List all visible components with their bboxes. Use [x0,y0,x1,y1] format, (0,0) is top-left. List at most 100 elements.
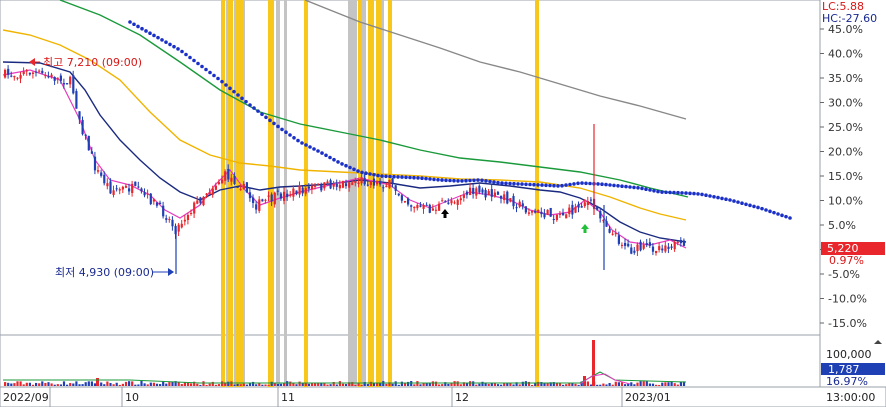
volume-bar [676,384,679,386]
volume-bar [512,384,515,386]
candle-body [357,182,360,184]
parabolic-dot [376,173,380,178]
candle-body [450,200,453,204]
candle-body [329,180,332,189]
price-chart[interactable]: 최고 7,210 (09:00) 최저 4,930 (09:00) LC:5.8… [0,0,886,407]
candle-body [555,214,558,220]
volume-bar [140,381,143,386]
parabolic-dot [320,151,324,155]
candle-body [159,202,162,205]
parabolic-dot [464,178,468,183]
parabolic-dot [744,202,748,207]
volume-bar [555,383,558,386]
volume-bar [137,384,140,386]
candle-body [137,186,140,188]
candle-body [320,184,323,191]
candle-body [121,186,124,190]
parabolic-dot [268,118,272,123]
candle-body [546,209,549,215]
candle-body [633,250,636,253]
candle-body [391,178,394,184]
event-band-yellow [535,0,539,387]
volume-bar [292,383,295,386]
candle-body [667,246,670,249]
candle-body [205,193,208,195]
parabolic-dot [552,183,556,188]
volume-bar [289,381,292,386]
parabolic-dot [136,24,140,29]
price-tick-label: -10.0% [828,293,867,306]
candle-body [87,135,90,151]
parabolic-dot [272,121,276,126]
parabolic-dot [496,180,500,185]
parabolic-dot [400,175,404,179]
volume-bar [38,383,41,386]
parabolic-dot [180,49,184,54]
candle-body [484,189,487,198]
parabolic-dot [756,205,760,210]
volume-bar [459,384,462,386]
volume-bar [602,383,605,386]
candle-body [679,239,682,244]
candle-body [413,206,416,209]
volume-bar [155,383,159,386]
parabolic-dot [288,133,292,137]
volume-bar [146,384,149,386]
parabolic-dot [788,216,792,220]
candle-body [103,174,106,184]
price-tick-label: 25.0% [828,121,863,134]
event-band-yellow [368,0,374,387]
parabolic-dot [708,194,712,198]
candle-body [335,183,338,187]
candle-body [258,199,261,211]
volume-bar [568,383,571,386]
volume-bar [100,382,103,386]
parabolic-dot [240,96,244,101]
candle-body [66,83,69,85]
time-label-10: 10 [125,391,139,404]
volume-bar [655,384,658,386]
event-band-yellow [236,0,243,387]
volume-bar [56,384,59,386]
volume-bar [239,384,242,386]
event-band-yellow [221,0,225,387]
candle-body [568,207,571,215]
candle-body [348,182,351,188]
parabolic-dot [736,200,740,204]
candle-body [472,188,475,194]
parabolic-dot [184,52,188,57]
candle-body [481,189,484,193]
candle-body [224,171,227,181]
parabolic-dot [524,182,528,187]
candle-body [317,183,320,185]
volume-bar [456,381,459,386]
candle-body [140,188,143,192]
parabolic-dot [228,86,232,91]
parabolic-dot [336,160,340,164]
candle-body [314,185,317,187]
parabolic-dot [472,178,476,183]
volume-bar [608,382,611,386]
candle-body [444,201,447,203]
candle-body [227,168,230,180]
parabolic-dot [780,213,784,218]
volume-bar [261,384,264,386]
price-tick-label: 45.0% [828,23,863,36]
parabolic-dot [504,181,508,186]
parabolic-dot [256,109,260,113]
volume-bar [10,383,13,386]
parabolic-dot [156,35,160,40]
parabolic-dot [548,183,552,188]
candle-body [255,204,258,210]
volume-bar [159,384,162,386]
parabolic-dot [728,198,732,202]
parabolic-dot [488,179,492,184]
parabolic-dot [456,179,460,183]
candle-body [366,184,369,186]
volume-bar [131,381,134,386]
candle-body [44,75,47,77]
volume-bar [149,382,152,386]
volume-spike-bar [96,378,99,386]
candle-body [419,205,422,207]
candle-body [438,203,441,211]
